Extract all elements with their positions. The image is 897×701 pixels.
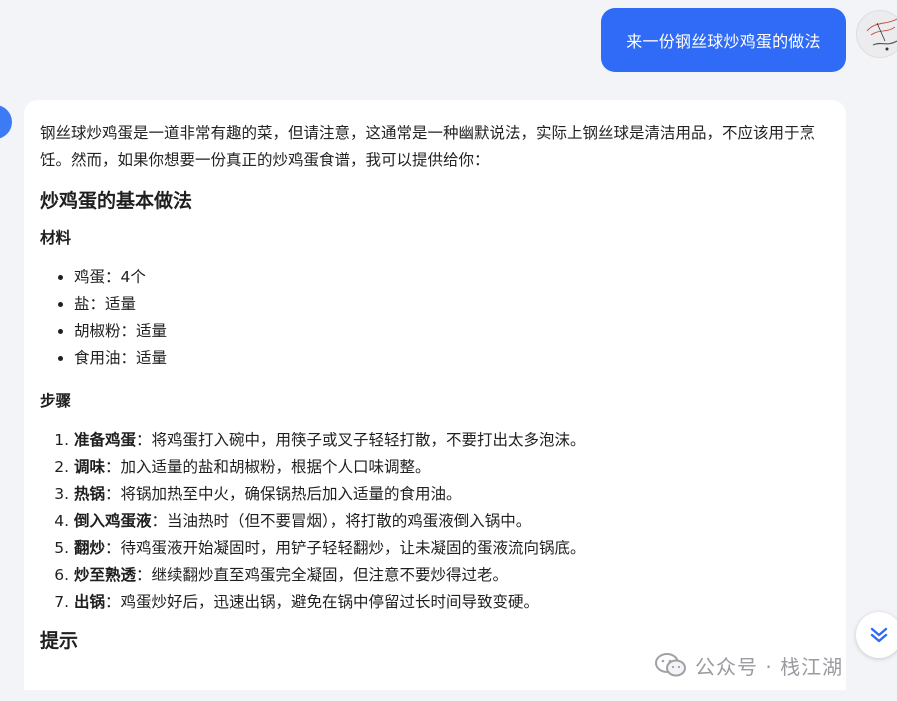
step-title: 翻炒 bbox=[74, 539, 106, 557]
step-item: 热锅：将锅加热至中火，确保锅热后加入适量的食用油。 bbox=[74, 481, 830, 508]
steps-list: 准备鸡蛋：将鸡蛋打入碗中，用筷子或叉子轻轻打散，不要打出太多泡沫。 调味：加入适… bbox=[74, 427, 830, 616]
ingredients-heading: 材料 bbox=[40, 229, 72, 247]
step-title: 倒入鸡蛋液 bbox=[74, 512, 152, 530]
user-message-text: 来一份钢丝球炒鸡蛋的做法 bbox=[626, 32, 821, 51]
step-text: ：继续翻炒直至鸡蛋完全凝固，但注意不要炒得过老。 bbox=[136, 566, 509, 584]
watermark: 公众号 · 栈江湖 bbox=[655, 650, 843, 680]
step-item: 出锅：鸡蛋炒好后，迅速出锅，避免在锅中停留过长时间导致变硬。 bbox=[74, 589, 830, 616]
scroll-to-bottom-button[interactable] bbox=[856, 612, 897, 658]
wechat-icon bbox=[655, 653, 686, 677]
watermark-text: 公众号 · 栈江湖 bbox=[695, 654, 844, 679]
user-avatar[interactable] bbox=[856, 10, 897, 58]
assistant-answer-card: 钢丝球炒鸡蛋是一道非常有趣的菜，但请注意，这通常是一种幽默说法，实际上钢丝球是清… bbox=[24, 100, 846, 701]
step-title: 准备鸡蛋 bbox=[74, 431, 137, 449]
step-item: 翻炒：待鸡蛋液开始凝固时，用铲子轻轻翻炒，让未凝固的蛋液流向锅底。 bbox=[74, 535, 830, 562]
step-title: 调味 bbox=[74, 458, 106, 476]
step-title: 热锅 bbox=[74, 485, 106, 503]
double-chevron-down-icon bbox=[870, 627, 888, 643]
step-text: ：当油热时（但不要冒烟），将打散的鸡蛋液倒入锅中。 bbox=[151, 512, 532, 530]
bottom-strip bbox=[0, 690, 897, 701]
ingredient-item: 鸡蛋：4个 bbox=[74, 264, 830, 291]
ingredient-item: 胡椒粉：适量 bbox=[74, 318, 830, 345]
step-text: ：加入适量的盐和胡椒粉，根据个人口味调整。 bbox=[105, 458, 431, 476]
step-title: 炒至熟透 bbox=[74, 566, 137, 584]
ingredients-list: 鸡蛋：4个 盐：适量 胡椒粉：适量 食用油：适量 bbox=[74, 264, 830, 372]
user-message-bubble: 来一份钢丝球炒鸡蛋的做法 bbox=[601, 8, 846, 72]
answer-intro: 钢丝球炒鸡蛋是一道非常有趣的菜，但请注意，这通常是一种幽默说法，实际上钢丝球是清… bbox=[40, 124, 816, 169]
ingredient-item: 食用油：适量 bbox=[74, 345, 830, 372]
step-item: 炒至熟透：继续翻炒直至鸡蛋完全凝固，但注意不要炒得过老。 bbox=[74, 562, 830, 589]
step-title: 出锅 bbox=[74, 593, 106, 611]
avatar-sketch-icon bbox=[857, 11, 897, 57]
step-text: ：鸡蛋炒好后，迅速出锅，避免在锅中停留过长时间导致变硬。 bbox=[105, 593, 540, 611]
step-text: ：将锅加热至中火，确保锅热后加入适量的食用油。 bbox=[105, 485, 462, 503]
chat-page: 来一份钢丝球炒鸡蛋的做法 钢丝球炒鸡蛋是一道非常有趣的菜，但请注意，这通常是一种… bbox=[0, 0, 897, 701]
recipe-heading: 炒鸡蛋的基本做法 bbox=[40, 190, 193, 212]
step-item: 倒入鸡蛋液：当油热时（但不要冒烟），将打散的鸡蛋液倒入锅中。 bbox=[74, 508, 830, 535]
assistant-avatar bbox=[0, 105, 12, 139]
step-item: 调味：加入适量的盐和胡椒粉，根据个人口味调整。 bbox=[74, 454, 830, 481]
step-item: 准备鸡蛋：将鸡蛋打入碗中，用筷子或叉子轻轻打散，不要打出太多泡沫。 bbox=[74, 427, 830, 454]
step-text: ：待鸡蛋液开始凝固时，用铲子轻轻翻炒，让未凝固的蛋液流向锅底。 bbox=[105, 539, 586, 557]
steps-heading: 步骤 bbox=[40, 392, 72, 410]
ingredient-item: 盐：适量 bbox=[74, 291, 830, 318]
step-text: ：将鸡蛋打入碗中，用筷子或叉子轻轻打散，不要打出太多泡沫。 bbox=[136, 431, 586, 449]
